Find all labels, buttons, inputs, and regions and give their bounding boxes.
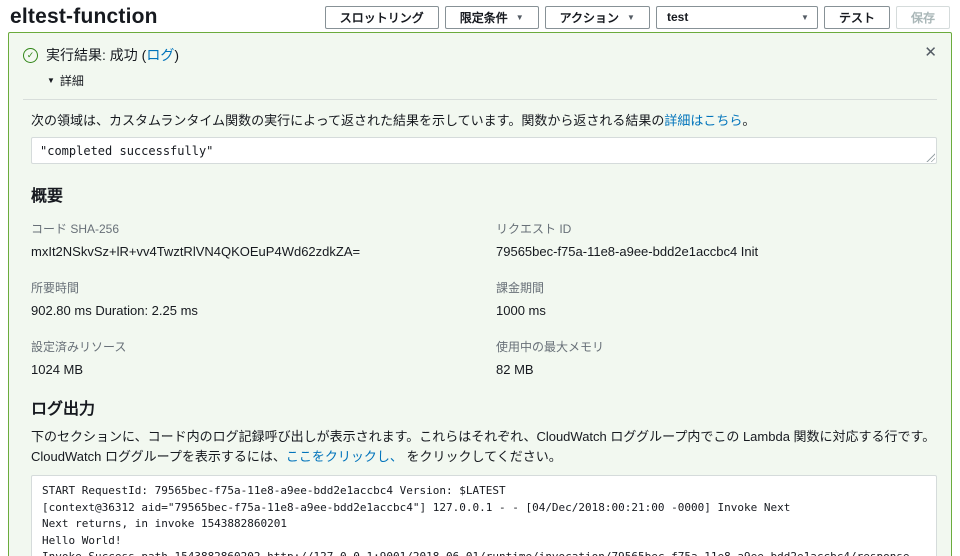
log-output-heading: ログ出力 [31, 401, 96, 418]
summary-heading: 概要 [31, 188, 64, 205]
divider [23, 99, 937, 100]
save-button[interactable]: 保存 [895, 5, 950, 29]
status-text-prefix: 実行結果: 成功 ( [46, 47, 147, 63]
status-text-suffix: ) [174, 47, 180, 63]
caret-down-icon: ▼ [627, 12, 635, 22]
summary-field-duration: 所要時間 902.80 ms Duration: 2.25 ms [31, 279, 472, 318]
field-value: 902.80 ms Duration: 2.25 ms [31, 303, 198, 318]
field-label: 所要時間 [31, 281, 80, 295]
caret-down-icon: ▼ [801, 12, 809, 22]
summary-field-max-memory-used: 使用中の最大メモリ 82 MB [496, 338, 937, 377]
status-row: ✓ 実行結果: 成功 (ログ) [23, 45, 937, 65]
result-output-text: "completed successfully" [40, 144, 214, 158]
log-line: Next returns, in invoke 1543882860201 [42, 517, 288, 531]
summary-grid: コード SHA-256 mxIt2NSkvSz+lR+vv4TwztRlVN4Q… [31, 220, 937, 377]
field-value: 82 MB [496, 362, 534, 377]
summary-field-resources-configured: 設定済みリソース 1024 MB [31, 338, 472, 377]
field-value: 1024 MB [31, 362, 84, 377]
test-button[interactable]: テスト [823, 5, 890, 29]
log-line: Hello World! [42, 533, 122, 547]
throttling-button-label: スロットリング [339, 10, 424, 25]
log-description: 下のセクションに、コード内のログ記録呼び出しが表示されます。これらはそれぞれ、C… [31, 427, 937, 467]
field-value: 1000 ms [496, 303, 546, 318]
triangle-down-icon: ▼ [47, 76, 55, 85]
test-event-select[interactable]: test ▼ [655, 5, 818, 29]
caret-down-icon: ▼ [515, 12, 524, 22]
test-button-label: テスト [838, 10, 875, 25]
log-line: [context@36312 aid="79565bec-f75a-11e8-a… [42, 500, 791, 514]
result-description-text: 次の領域は、カスタムランタイム関数の実行によって返された結果を示しています。関数… [31, 113, 665, 128]
function-header: eltest-function スロットリング 限定条件 ▼ アクション ▼ t… [0, 0, 960, 32]
field-value: 79565bec-f75a-11e8-a9ee-bdd2e1accbc4 Ini… [496, 244, 759, 259]
field-value: mxIt2NSkvSz+lR+vv4TwztRlVN4QKOEuP4Wd62zd… [31, 244, 361, 259]
details-toggle[interactable]: ▼ 詳細 [47, 72, 937, 89]
details-toggle-label: 詳細 [59, 74, 84, 88]
field-label: 課金期間 [496, 281, 545, 295]
success-check-icon: ✓ [23, 47, 38, 63]
summary-field-code-sha256: コード SHA-256 mxIt2NSkvSz+lR+vv4TwztRlVN4Q… [31, 220, 472, 259]
result-description-end: 。 [742, 113, 756, 128]
actions-button-label: アクション [559, 10, 620, 25]
log-description-after: をクリックしてください。 [402, 449, 562, 465]
result-description: 次の領域は、カスタムランタイム関数の実行によって返された結果を示しています。関数… [31, 110, 937, 129]
field-label: 設定済みリソース [31, 340, 127, 354]
log-line: START RequestId: 79565bec-f75a-11e8-a9ee… [42, 484, 506, 498]
click-here-link[interactable]: ここをクリックし、 [286, 449, 403, 464]
page-title: eltest-function [10, 5, 158, 28]
qualifiers-button-label: 限定条件 [459, 10, 508, 25]
field-label: リクエスト ID [496, 222, 572, 236]
close-icon[interactable]: ✕ [924, 45, 937, 60]
save-button-label: 保存 [910, 10, 935, 25]
throttling-button[interactable]: スロットリング [324, 5, 439, 29]
log-link[interactable]: ログ [146, 47, 174, 63]
status-text: 実行結果: 成功 (ログ) [46, 45, 179, 65]
log-line: Invoke Success path 1543882860202 http:/… [42, 549, 926, 556]
log-output-box: START RequestId: 79565bec-f75a-11e8-a9ee… [31, 475, 937, 556]
field-label: 使用中の最大メモリ [496, 340, 605, 354]
actions-button[interactable]: アクション ▼ [544, 5, 650, 29]
details-here-link[interactable]: 詳細はこちら [664, 113, 742, 128]
summary-field-billed-duration: 課金期間 1000 ms [496, 279, 937, 318]
qualifiers-button[interactable]: 限定条件 ▼ [444, 5, 539, 29]
field-label: コード SHA-256 [31, 222, 120, 236]
header-controls: スロットリング 限定条件 ▼ アクション ▼ test ▼ テスト 保存 [324, 5, 950, 29]
summary-field-request-id: リクエスト ID 79565bec-f75a-11e8-a9ee-bdd2e1a… [496, 220, 937, 259]
execution-result-banner: ✕ ✓ 実行結果: 成功 (ログ) ▼ 詳細 次の領域は、カスタムランタイム関数… [8, 32, 952, 556]
result-output-box: "completed successfully" [31, 137, 937, 164]
test-event-select-value: test [666, 10, 689, 24]
